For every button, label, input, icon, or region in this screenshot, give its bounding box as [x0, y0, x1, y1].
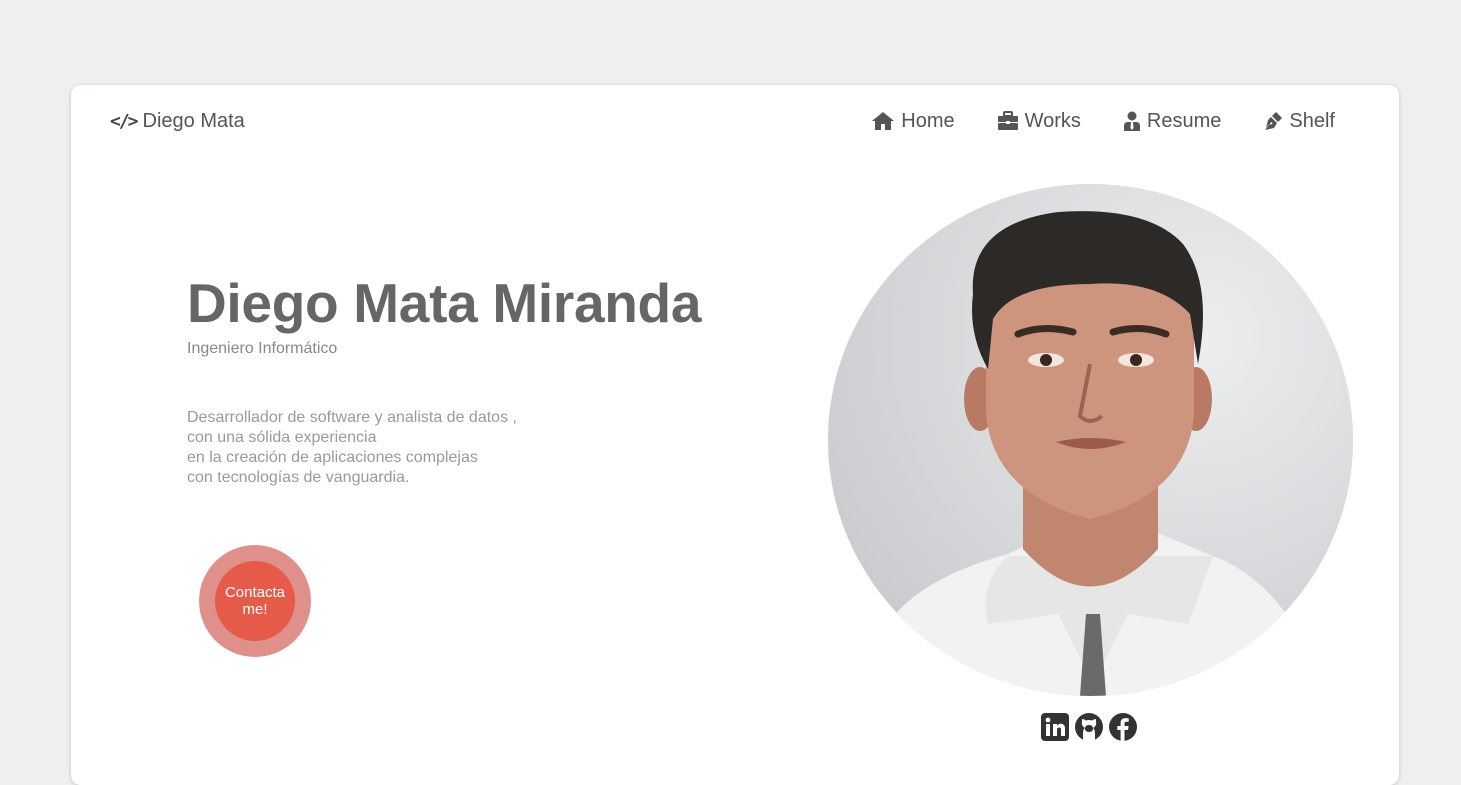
nav-label-resume: Resume	[1146, 109, 1222, 132]
hero-name: Diego Mata Miranda	[187, 272, 702, 334]
profile-photo	[828, 184, 1353, 696]
contact-button[interactable]: Contacta me!	[215, 561, 295, 641]
briefcase-icon	[997, 111, 1019, 131]
description-line: en la creación de aplicaciones complejas	[187, 449, 478, 466]
user-tie-icon	[1123, 111, 1141, 131]
nav-label-home: Home	[901, 109, 955, 132]
description-line: Desarrollador de software y analista de …	[187, 409, 517, 426]
code-icon: </>	[110, 110, 138, 132]
description-line: con tecnologías de vanguardia.	[187, 469, 410, 486]
github-icon[interactable]	[1074, 712, 1104, 742]
social-links	[1040, 712, 1138, 742]
nav-item-works[interactable]: Works	[997, 110, 1081, 133]
top-navigation: Home Works Resume Shelf	[871, 109, 1335, 133]
hero-subtitle: Ingeniero Informático	[187, 340, 338, 357]
nav-item-shelf[interactable]: Shelf	[1263, 110, 1335, 133]
hero-description: Desarrollador de software y analista de …	[187, 408, 517, 488]
nav-item-home[interactable]: Home	[871, 109, 955, 133]
nav-label-works: Works	[1024, 109, 1081, 132]
brand-name: Diego Mata	[142, 109, 245, 132]
main-card: </> Diego Mata Home Works Resume Shelf D…	[71, 85, 1399, 785]
contact-button-ring: Contacta me!	[199, 545, 311, 657]
nav-label-shelf: Shelf	[1289, 109, 1335, 132]
facebook-icon[interactable]	[1108, 712, 1138, 742]
home-icon	[871, 111, 895, 131]
description-line: con una sólida experiencia	[187, 429, 377, 446]
brand-logo[interactable]: </> Diego Mata	[110, 109, 245, 133]
pen-nib-icon	[1263, 111, 1283, 131]
nav-item-resume[interactable]: Resume	[1123, 110, 1221, 133]
linkedin-icon[interactable]	[1040, 712, 1070, 742]
